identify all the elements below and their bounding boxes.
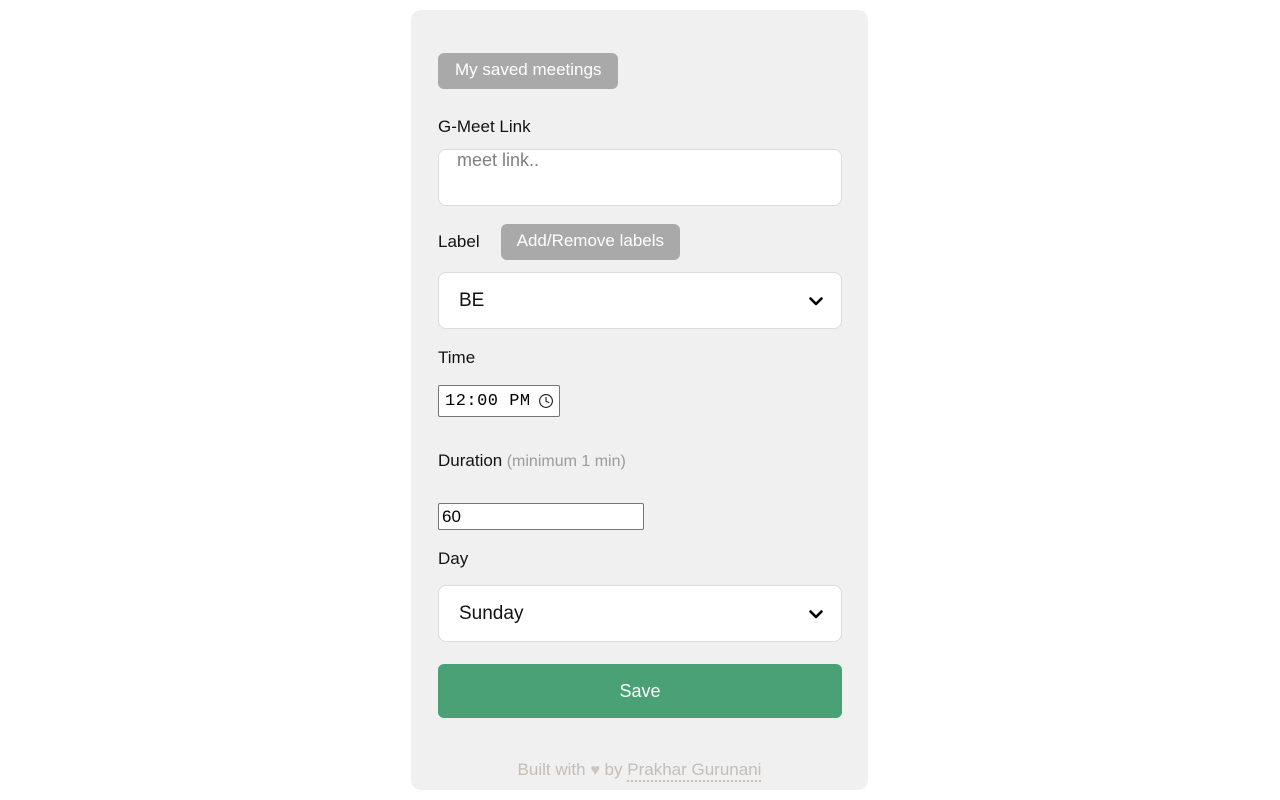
label-field-row: Label Add/Remove labels [438, 224, 681, 260]
duration-label: Duration [438, 451, 503, 470]
time-input-value: 12:00 PM [445, 391, 531, 411]
label-select-value: BE [459, 289, 485, 311]
app-root: My saved meetings G-Meet Link Label Add/… [0, 0, 1280, 800]
gmeet-link-label: G-Meet Link [438, 117, 531, 136]
chevron-down-icon [807, 292, 825, 310]
footer-credit: Built with ♥ by Prakhar Gurunani [411, 760, 868, 782]
day-select[interactable]: Sunday [438, 585, 842, 642]
add-remove-labels-button[interactable]: Add/Remove labels [500, 224, 681, 260]
duration-label-row: Duration (minimum 1 min) [438, 451, 626, 472]
chevron-down-icon [807, 605, 825, 623]
duration-hint: (minimum 1 min) [506, 453, 626, 470]
clock-icon[interactable] [538, 393, 554, 409]
footer-middle: by [604, 760, 623, 779]
day-label: Day [438, 549, 469, 568]
time-input[interactable]: 12:00 PM [438, 385, 560, 417]
heart-icon: ♥ [590, 762, 600, 779]
footer-prefix: Built with [517, 760, 586, 779]
day-select-value: Sunday [459, 602, 524, 624]
label-select[interactable]: BE [438, 272, 842, 329]
author-link[interactable]: Prakhar Gurunani [627, 760, 762, 782]
my-saved-meetings-button[interactable]: My saved meetings [438, 53, 619, 89]
time-label: Time [438, 348, 476, 367]
label-field-label: Label [438, 231, 480, 251]
gmeet-link-input[interactable] [438, 149, 842, 206]
duration-input[interactable] [438, 503, 644, 530]
save-button[interactable]: Save [438, 664, 842, 718]
